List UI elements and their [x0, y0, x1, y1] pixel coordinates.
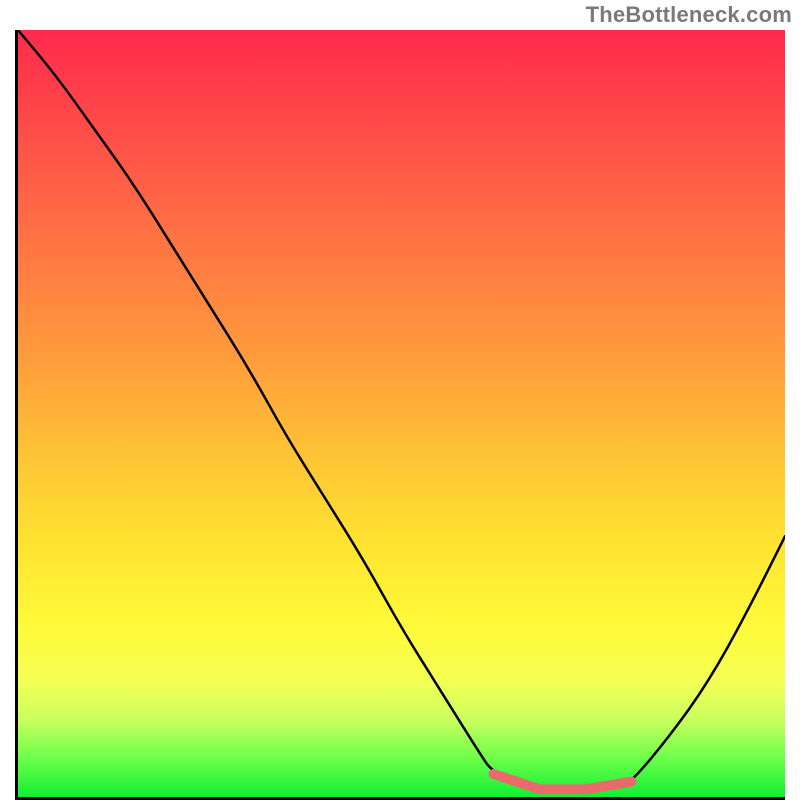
bottleneck-curve: [18, 30, 785, 789]
plot-area: [15, 30, 785, 800]
valley-marker: [494, 774, 632, 789]
watermark-text: TheBottleneck.com: [586, 2, 792, 28]
chart-container: TheBottleneck.com: [0, 0, 800, 800]
line-chart-svg: [18, 30, 785, 797]
